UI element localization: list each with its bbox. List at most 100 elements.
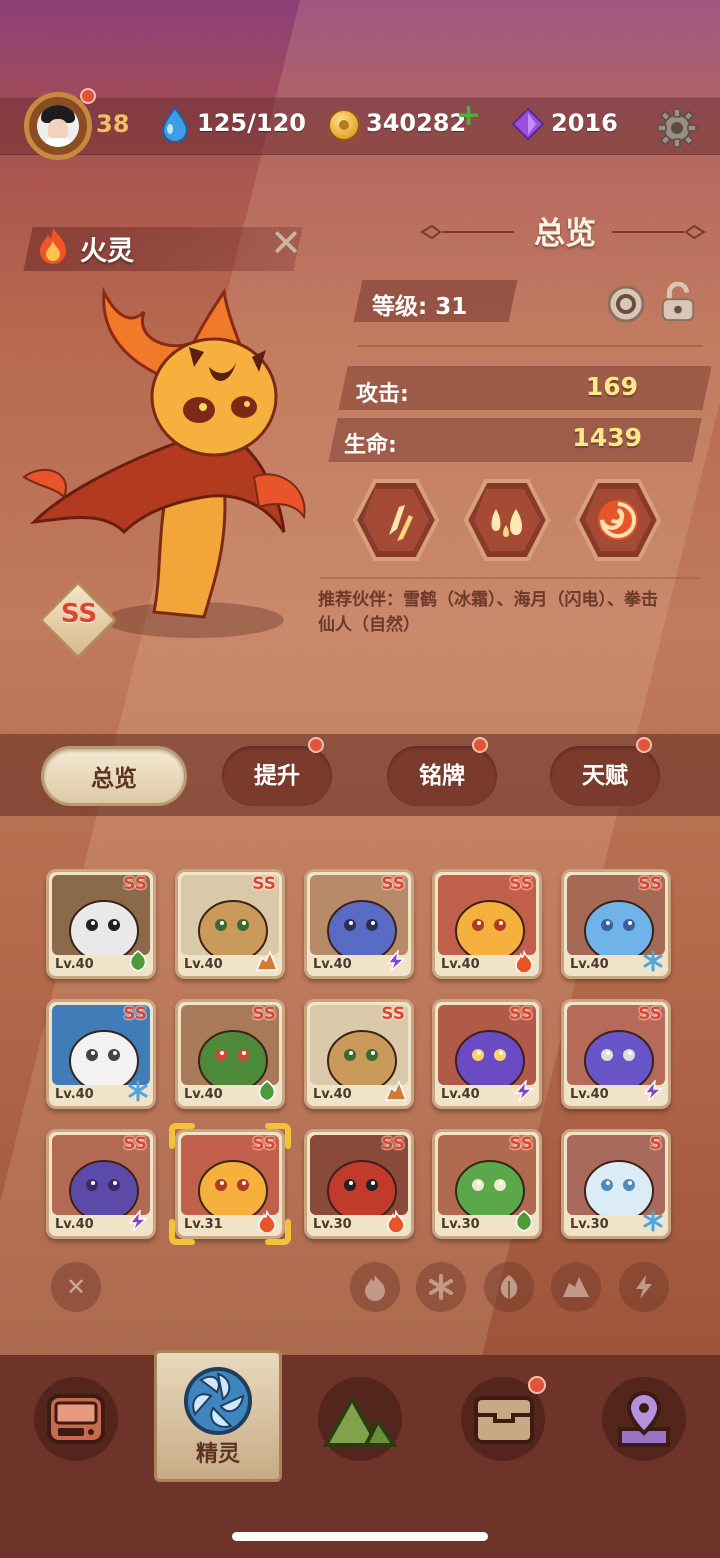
- pet-rank-text: SS: [60, 599, 98, 629]
- pet-rank: SS: [252, 874, 276, 894]
- pet-card[interactable]: SS Lv.40: [304, 999, 414, 1109]
- player-level: 38: [96, 110, 130, 138]
- pet-rank: SS: [509, 1004, 533, 1024]
- pet-card[interactable]: SS Lv.40: [46, 1129, 156, 1239]
- pet-card[interactable]: SS Lv.40: [46, 999, 156, 1109]
- filter-leaf-button[interactable]: [484, 1262, 534, 1312]
- device-icon: [47, 1394, 105, 1444]
- ice-element-icon: [643, 950, 663, 972]
- pet-rank: SS: [381, 1004, 405, 1024]
- player-avatar[interactable]: [24, 92, 92, 160]
- pet-level: Lv.30: [570, 1217, 609, 1232]
- pet-level-label: 等级: 31: [372, 294, 468, 320]
- stamina-value: 125/120: [197, 109, 306, 137]
- chest-icon: [474, 1396, 534, 1444]
- gold-coin-icon: [328, 109, 360, 141]
- pet-level: Lv.40: [55, 1217, 94, 1232]
- leaf-icon: [500, 1275, 518, 1299]
- skill-slash-icon[interactable]: [353, 479, 439, 561]
- pet-rank: SS: [123, 1004, 147, 1024]
- pet-level: Lv.40: [55, 1087, 94, 1102]
- pet-card[interactable]: SS Lv.40: [304, 869, 414, 979]
- pet-card[interactable]: SS Lv.40: [432, 999, 542, 1109]
- close-icon[interactable]: ✕: [268, 224, 304, 262]
- skill-vortex-icon[interactable]: [575, 479, 661, 561]
- unlock-icon[interactable]: [658, 282, 698, 322]
- selected-frame: [169, 1123, 291, 1245]
- pet-level: Lv.30: [313, 1217, 352, 1232]
- pet-rank: SS: [123, 1134, 147, 1154]
- hp-value: 1439: [572, 423, 642, 452]
- pet-rank: SS: [123, 874, 147, 894]
- ice-element-icon: [643, 1210, 663, 1232]
- close-icon: ✕: [65, 1273, 87, 1301]
- ice-element-icon: [128, 1080, 148, 1102]
- map-pin-icon: [618, 1390, 670, 1447]
- tab-talent[interactable]: 天赋: [550, 746, 660, 806]
- pet-rank: SS: [509, 874, 533, 894]
- pet-card[interactable]: SS Lv.40: [175, 869, 285, 979]
- fire-element-icon: [515, 950, 533, 972]
- filter-lightning-button[interactable]: [619, 1262, 669, 1312]
- leaf-element-icon: [515, 1210, 533, 1232]
- recommended-partners: 推荐伙伴：雪鹤（冰霜）、海月（闪电）、拳击仙人（自然）: [318, 590, 658, 635]
- tab-upgrade[interactable]: 提升: [222, 746, 332, 806]
- nav-mountain[interactable]: [318, 1377, 402, 1461]
- tab-upgrade-badge: [308, 737, 324, 753]
- fire-spirit-character: [22, 286, 306, 638]
- gold-value: 340282: [366, 109, 467, 137]
- filter-fire-button[interactable]: [350, 1262, 400, 1312]
- pet-level: Lv.30: [441, 1217, 480, 1232]
- pet-level: Lv.40: [441, 957, 480, 972]
- pet-level: Lv.40: [55, 957, 94, 972]
- earth-element-icon: [385, 1080, 407, 1101]
- tab-talent-badge: [636, 737, 652, 753]
- pet-card[interactable]: SS Lv.40: [432, 869, 542, 979]
- pet-rank: SS: [638, 874, 662, 894]
- pet-rank: SS: [638, 1004, 662, 1024]
- target-icon[interactable]: [606, 284, 646, 324]
- pet-rank: SS: [509, 1134, 533, 1154]
- nav-map[interactable]: [602, 1377, 686, 1461]
- home-indicator: [232, 1532, 488, 1541]
- skill-drops-icon[interactable]: [464, 479, 550, 561]
- pet-name: 火灵: [80, 236, 134, 267]
- filter-earth-button[interactable]: [551, 1262, 601, 1312]
- pet-rank: S: [649, 1134, 662, 1154]
- rock-icon: [563, 1277, 589, 1297]
- tab-nameplate[interactable]: 铭牌: [387, 746, 497, 806]
- nav-device[interactable]: [34, 1377, 118, 1461]
- pet-level: Lv.40: [441, 1087, 480, 1102]
- pet-level: Lv.40: [570, 957, 609, 972]
- pet-card[interactable]: SS Lv.40: [561, 999, 671, 1109]
- pet-card[interactable]: SS Lv.40: [561, 869, 671, 979]
- fire-element-icon: [387, 1210, 405, 1232]
- snowflake-icon: [429, 1274, 453, 1300]
- settings-gear-icon[interactable]: [657, 108, 697, 148]
- pet-rank: SS: [381, 1134, 405, 1154]
- pet-card[interactable]: SS Lv.30: [432, 1129, 542, 1239]
- nav-chest-badge: [528, 1376, 546, 1394]
- fire-element-icon: [40, 227, 66, 264]
- nav-spirit-label: 精灵: [195, 1442, 240, 1467]
- pet-level: Lv.40: [570, 1087, 609, 1102]
- pet-card[interactable]: SS Lv.30: [304, 1129, 414, 1239]
- attack-value: 169: [585, 372, 638, 401]
- filter-clear-button[interactable]: ✕: [51, 1262, 101, 1312]
- pet-rank: SS: [381, 874, 405, 894]
- lightning-element-icon: [514, 1080, 534, 1102]
- add-gold-button[interactable]: +: [456, 98, 481, 133]
- pet-card[interactable]: SS Lv.40: [46, 869, 156, 979]
- spirit-icon: [184, 1367, 252, 1435]
- avatar-image: [37, 105, 79, 147]
- gem-icon: [512, 108, 544, 140]
- filter-ice-button[interactable]: [416, 1262, 466, 1312]
- fire-icon: [365, 1275, 385, 1301]
- mountain-icon: [322, 1394, 398, 1447]
- lightning-element-icon: [386, 950, 406, 972]
- tab-overview[interactable]: 总览: [41, 746, 187, 806]
- pet-card[interactable]: S Lv.30: [561, 1129, 671, 1239]
- pet-card[interactable]: SS Lv.40: [175, 999, 285, 1109]
- hp-label: 生命:: [344, 433, 397, 458]
- pet-rank: SS: [252, 1004, 276, 1024]
